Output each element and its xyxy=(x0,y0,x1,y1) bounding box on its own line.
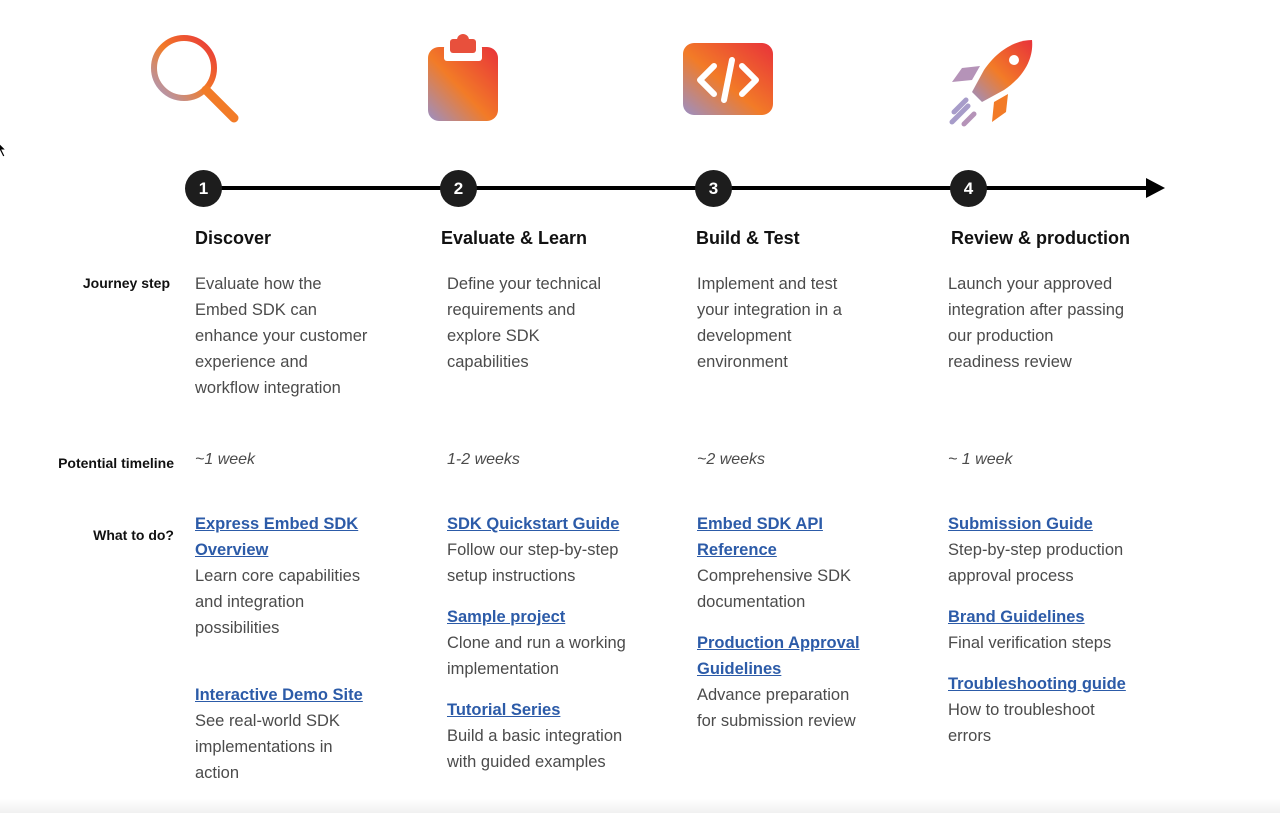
row-label-what-to-do: What to do? xyxy=(93,527,174,543)
bottom-fade xyxy=(0,799,1280,813)
link-express-embed-sdk-overview[interactable]: Express Embed SDK Overview xyxy=(195,511,365,563)
step-number-2: 2 xyxy=(440,170,477,207)
link-sample-project[interactable]: Sample project xyxy=(447,604,627,630)
todo-list-3: Embed SDK API Reference Comprehensive SD… xyxy=(697,511,872,749)
todo-item: Sample project Clone and run a working i… xyxy=(447,604,627,682)
mouse-cursor-icon xyxy=(0,140,8,158)
link-brand-guidelines[interactable]: Brand Guidelines xyxy=(948,604,1128,630)
link-interactive-demo-site[interactable]: Interactive Demo Site xyxy=(195,682,365,708)
timeline-arrow-icon xyxy=(1146,178,1165,198)
timeline-estimate-3: ~2 weeks xyxy=(697,451,766,468)
todo-desc: Comprehensive SDK documentation xyxy=(697,567,852,611)
link-production-approval-guidelines[interactable]: Production Approval Guidelines xyxy=(697,630,872,682)
todo-item: Tutorial Series Build a basic integratio… xyxy=(447,697,627,775)
todo-desc: Step-by-step production approval process xyxy=(948,541,1124,585)
todo-desc: Learn core capabilities and integration … xyxy=(195,567,361,637)
todo-desc: See real-world SDK implementations in ac… xyxy=(195,712,340,782)
todo-desc: How to troubleshoot errors xyxy=(948,701,1095,745)
step-number-4: 4 xyxy=(950,170,987,207)
code-icon xyxy=(680,30,780,130)
todo-desc: Advance preparation for submission revie… xyxy=(697,686,856,730)
link-submission-guide[interactable]: Submission Guide xyxy=(948,511,1128,537)
journey-desc-3: Implement and test your integration in a… xyxy=(697,275,842,371)
timeline-estimate-4: ~ 1 week xyxy=(948,451,1013,468)
todo-desc: Follow our step-by-step setup instructio… xyxy=(447,541,619,585)
todo-item: Brand Guidelines Final verification step… xyxy=(948,604,1128,656)
link-tutorial-series[interactable]: Tutorial Series xyxy=(447,697,627,723)
todo-list-2: SDK Quickstart Guide Follow our step-by-… xyxy=(447,511,627,790)
timeline-estimate-2: 1-2 weeks xyxy=(447,451,520,468)
journey-desc-4: Launch your approved integration after p… xyxy=(948,275,1125,371)
link-embed-sdk-api-reference[interactable]: Embed SDK API Reference xyxy=(697,511,872,563)
todo-desc: Final verification steps xyxy=(948,634,1112,652)
step-number-1: 1 xyxy=(185,170,222,207)
clipboard-icon xyxy=(416,30,516,130)
todo-item: Express Embed SDK Overview Learn core ca… xyxy=(195,511,365,641)
timeline-line xyxy=(204,186,1150,190)
journey-desc-1: Evaluate how the Embed SDK can enhance y… xyxy=(195,275,368,397)
step-title-build: Build & Test xyxy=(696,228,800,248)
step-number-3: 3 xyxy=(695,170,732,207)
todo-list-1: Express Embed SDK Overview Learn core ca… xyxy=(195,511,365,801)
todo-item: Embed SDK API Reference Comprehensive SD… xyxy=(697,511,872,615)
step-title-discover: Discover xyxy=(195,228,272,248)
rocket-icon xyxy=(944,30,1044,130)
step-title-evaluate: Evaluate & Learn xyxy=(441,228,588,248)
journey-desc-2: Define your technical requirements and e… xyxy=(447,275,602,371)
link-troubleshooting-guide[interactable]: Troubleshooting guide xyxy=(948,671,1128,697)
todo-desc: Clone and run a working implementation xyxy=(447,634,626,678)
todo-list-4: Submission Guide Step-by-step production… xyxy=(948,511,1128,764)
timeline-estimate-1: ~1 week xyxy=(195,451,256,468)
link-sdk-quickstart-guide[interactable]: SDK Quickstart Guide xyxy=(447,511,627,537)
magnifier-icon xyxy=(146,30,246,130)
row-label-journey-step: Journey step xyxy=(82,275,170,291)
todo-item: SDK Quickstart Guide Follow our step-by-… xyxy=(447,511,627,589)
row-label-potential-timeline: Potential timeline xyxy=(58,455,174,471)
todo-item: Troubleshooting guide How to troubleshoo… xyxy=(948,671,1128,749)
todo-item: Production Approval Guidelines Advance p… xyxy=(697,630,872,734)
todo-item: Interactive Demo Site See real-world SDK… xyxy=(195,682,365,786)
step-title-review: Review & production xyxy=(951,228,1131,248)
todo-desc: Build a basic integration with guided ex… xyxy=(447,727,623,771)
todo-item: Submission Guide Step-by-step production… xyxy=(948,511,1128,589)
